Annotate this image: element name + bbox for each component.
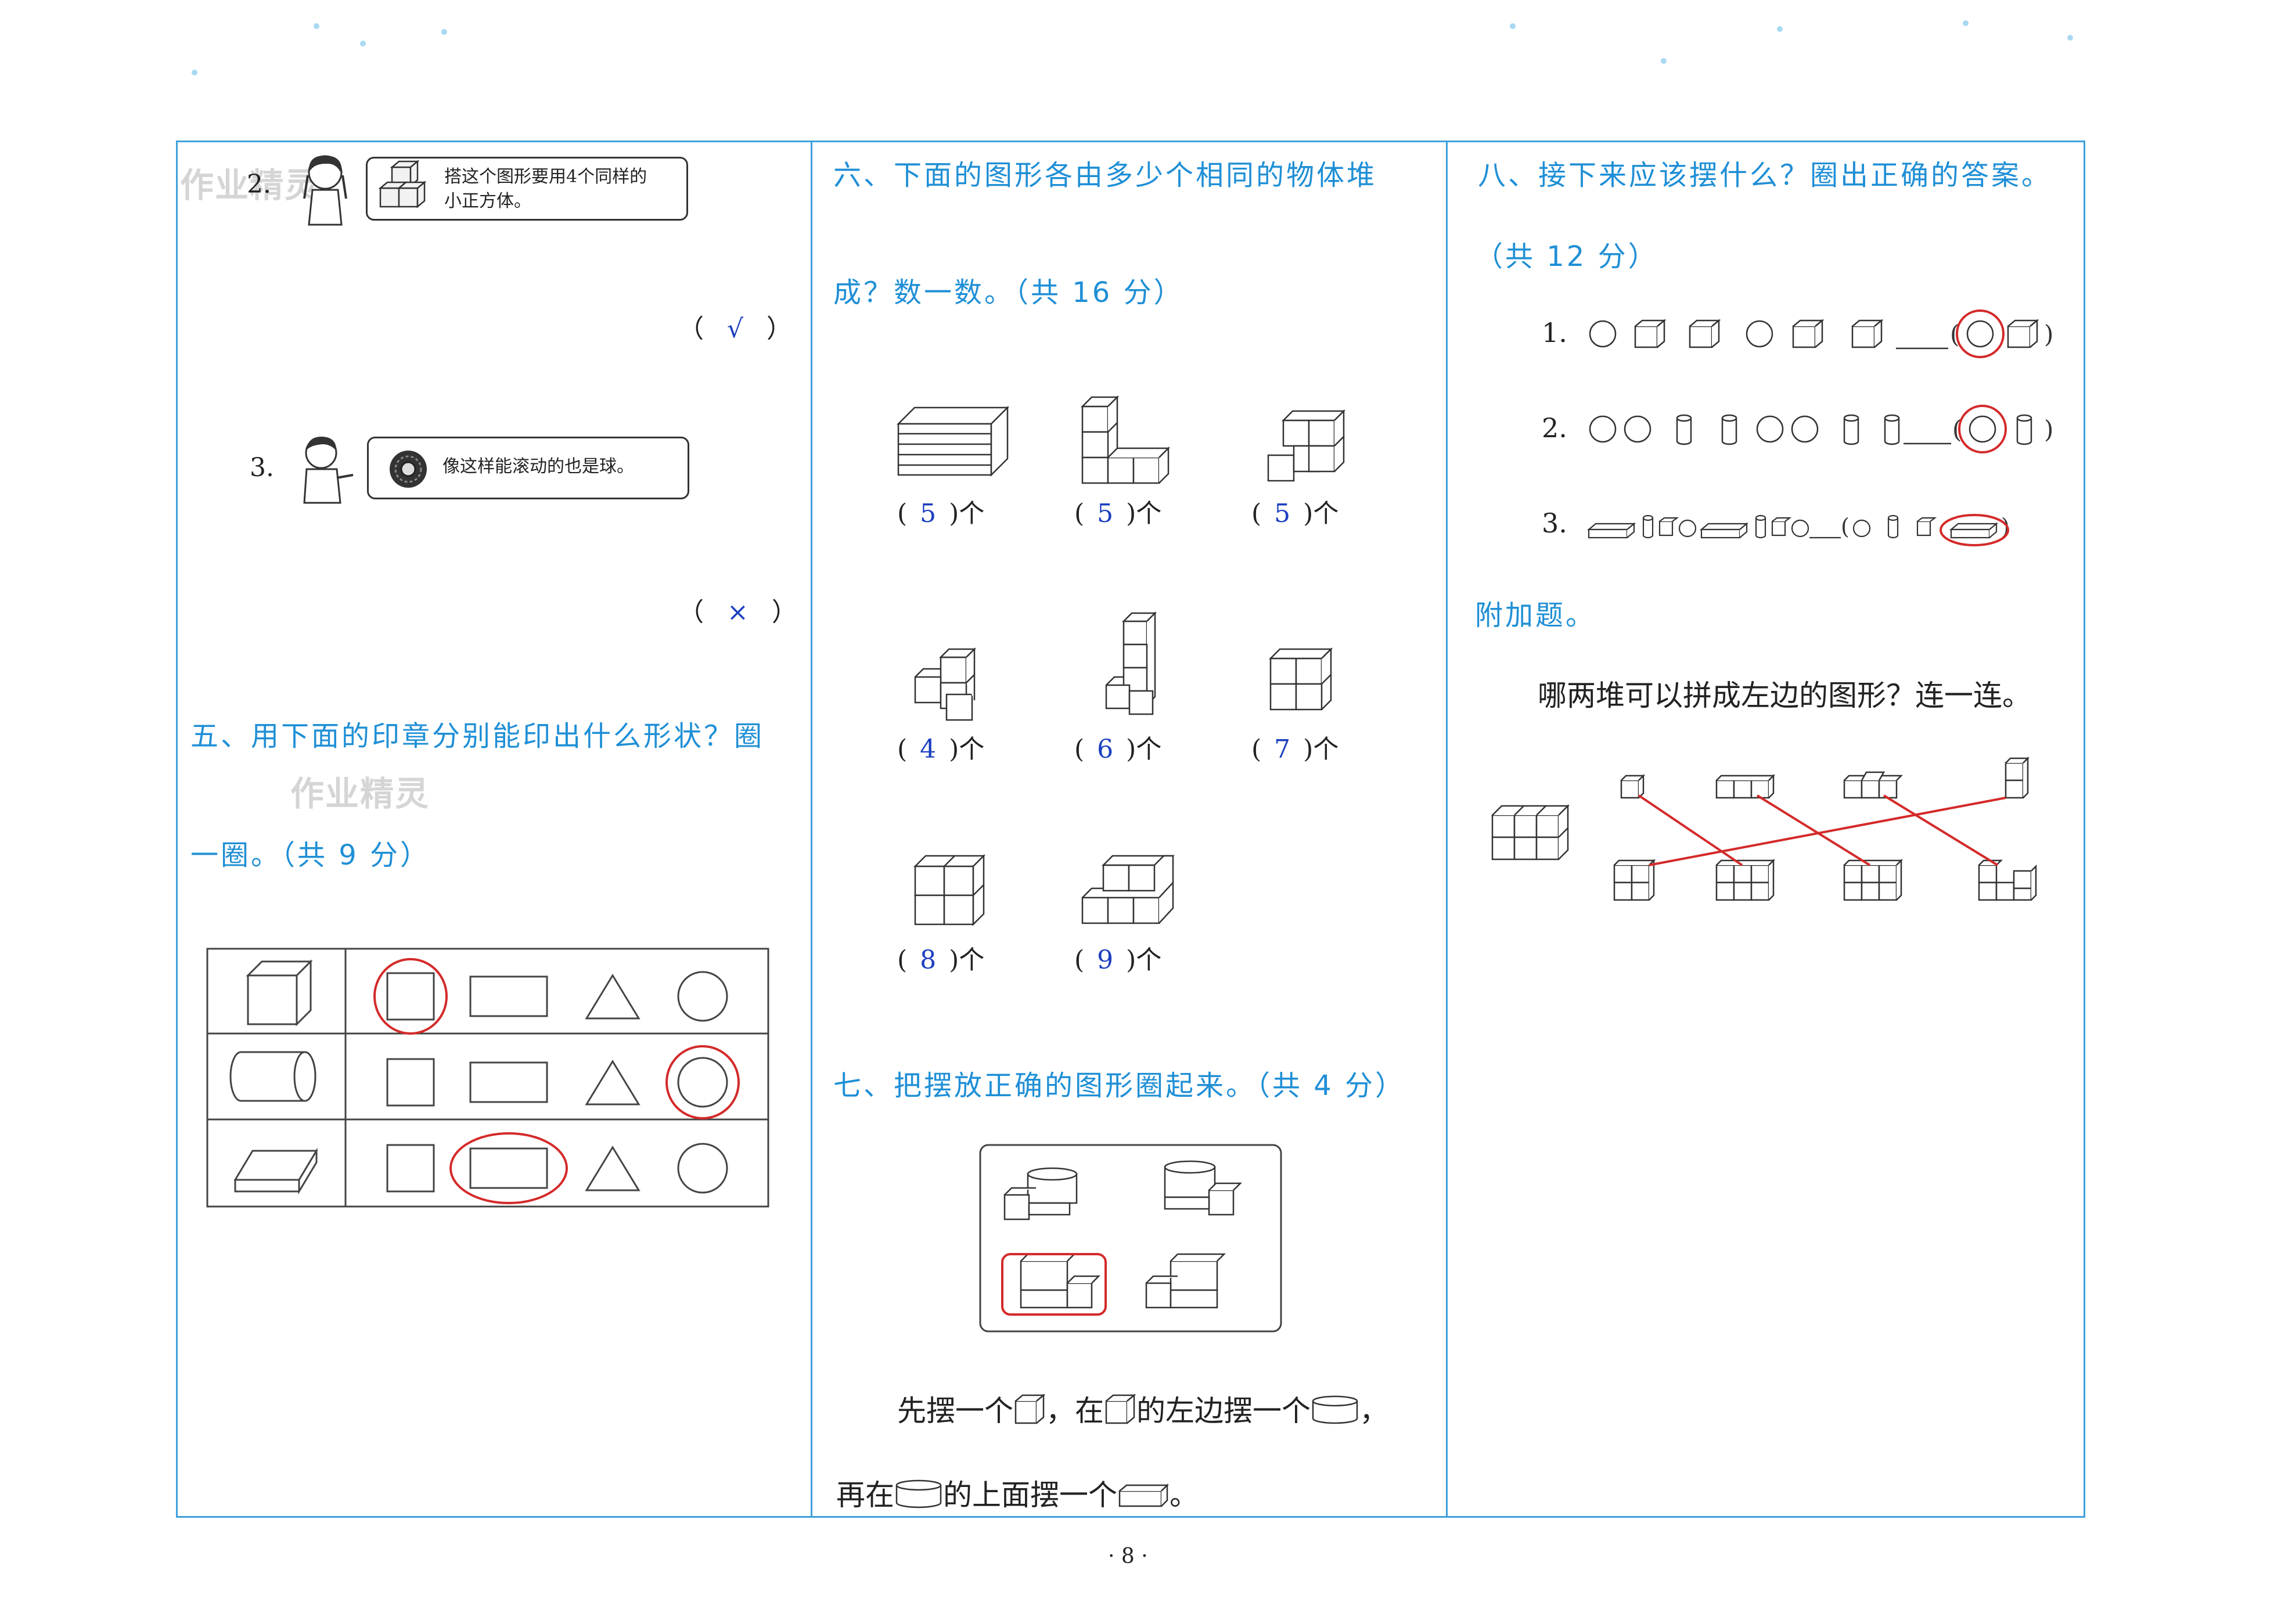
svg-text:): )	[2044, 320, 2053, 348]
sequence-row-2: ( )	[1589, 405, 2053, 453]
boy-figure	[303, 436, 354, 504]
cube-icon	[1105, 1393, 1136, 1424]
q2-bubble-line1: 搭这个图形要用4个同样的	[444, 167, 647, 187]
sec7-instruction-line2: 再在 的上面摆一个。	[836, 1478, 1199, 1512]
watermark: 作业精灵	[290, 774, 430, 813]
sequence-row-number: 1.	[1542, 317, 1567, 348]
page-number: · 8 ·	[1108, 1544, 1148, 1568]
stack-figure-tower	[1105, 611, 1157, 715]
decor-dot	[1510, 23, 1516, 29]
stack-figure-steps	[1267, 409, 1346, 482]
bonus-title: 附加题。	[1475, 599, 1596, 632]
cube-stack-icon	[378, 160, 427, 208]
girl-figure	[303, 155, 347, 226]
q2-number: 2.	[247, 170, 271, 199]
arrangement-options	[979, 1144, 1282, 1333]
count-answer-4: (4)个	[897, 734, 985, 764]
stamp-shape-table	[206, 948, 769, 1208]
count-answer-1: (5)个	[897, 499, 985, 528]
stack-figure-l-shape	[1080, 395, 1171, 484]
decor-dot	[192, 70, 197, 75]
decor-dot	[1661, 58, 1667, 64]
tire-icon	[390, 451, 427, 488]
q3-number: 3.	[250, 453, 274, 482]
count-answer-7: (8)个	[897, 945, 985, 975]
q2-answer: （√）	[678, 314, 793, 344]
svg-text:(: (	[1841, 514, 1850, 539]
count-answer-5: (6)个	[1074, 734, 1162, 764]
flat-box-icon	[1118, 1483, 1170, 1507]
decor-dot	[2067, 35, 2073, 41]
section7-title: 七、把摆放正确的图形圈起来。（共 4 分）	[833, 1070, 1406, 1102]
section5-title-line2: 一圈。（共 9 分）	[190, 839, 431, 872]
cylinder-icon	[1312, 1395, 1358, 1424]
stack-figure-nine	[1081, 855, 1175, 924]
decor-dot	[360, 41, 366, 46]
cube-icon	[1014, 1393, 1046, 1424]
stack-figure-flat-layers	[896, 405, 1010, 477]
decor-dot	[1777, 26, 1783, 32]
section8-title-line2: （共 12 分）	[1475, 240, 1658, 273]
sequence-row-3: ( )	[1586, 514, 2010, 546]
section6-title-line2: 成？数一数。（共 16 分）	[833, 276, 1184, 309]
count-answer-2: (5)个	[1074, 499, 1162, 528]
stack-figure-four	[914, 647, 977, 721]
svg-text:): )	[2044, 415, 2053, 444]
check-mark: √	[727, 314, 744, 344]
q3-answer: （×）	[678, 597, 797, 627]
q3-bubble-text: 像这样能滚动的也是球。	[442, 456, 634, 477]
sequence-row-1: ( )	[1589, 309, 2053, 358]
bonus-matching	[1491, 756, 2037, 901]
cylinder-icon	[895, 1479, 942, 1508]
stack-figure-cube8	[913, 854, 986, 927]
section6-title-line1: 六、下面的图形各由多少个相同的物体堆	[833, 159, 1377, 192]
count-answer-8: (9)个	[1074, 945, 1162, 975]
count-answer-3: (5)个	[1251, 499, 1339, 528]
section5-title-line1: 五、用下面的印章分别能印出什么形状？圈	[190, 720, 765, 752]
bonus-question: 哪两堆可以拼成左边的图形？连一连。	[1538, 679, 2031, 712]
section8-title-line1: 八、接下来应该摆什么？圈出正确的答案。	[1478, 159, 2052, 192]
column-divider	[1446, 141, 1448, 1518]
count-answer-6: (7)个	[1251, 734, 1339, 764]
cross-mark: ×	[727, 597, 749, 627]
decor-dot	[1963, 20, 1969, 26]
sec7-instruction-line1: 先摆一个 ，在 的左边摆一个，	[897, 1393, 1388, 1428]
sequence-row-number: 3.	[1542, 507, 1567, 539]
column-divider	[811, 141, 812, 1518]
q2-bubble-line2: 小正方体。	[444, 191, 531, 211]
sequence-row-number: 2.	[1542, 412, 1567, 444]
stack-figure-seven	[1268, 647, 1333, 711]
decor-dot	[441, 29, 447, 35]
decor-dot	[314, 23, 319, 29]
